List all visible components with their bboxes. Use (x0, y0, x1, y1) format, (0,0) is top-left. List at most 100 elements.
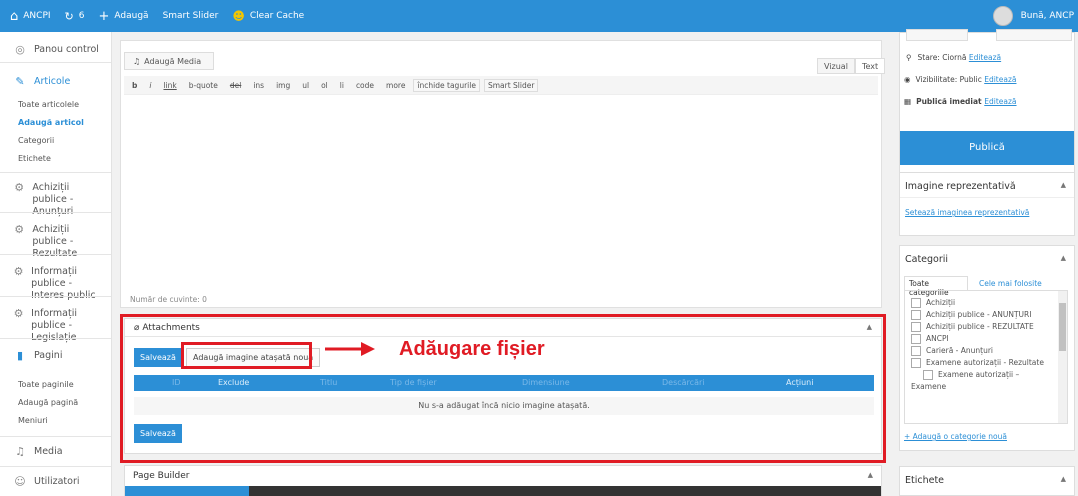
edit-date-link[interactable]: Editează (984, 97, 1016, 106)
site-name-link[interactable]: ⌂ ANCPI (10, 10, 51, 23)
admin-sidebar: ◎ Panou control ✎ Articole Toate articolel… (0, 32, 112, 496)
menu-users[interactable]: ☺ Utilizatori (0, 476, 86, 488)
media-icon: ♫ (15, 445, 25, 458)
featured-image-header[interactable]: Imagine reprezentativă ▲ (900, 173, 1074, 192)
page-builder-bar (249, 486, 881, 496)
menu-dashboard[interactable]: ◎ Panou control (0, 44, 105, 56)
divider (900, 197, 1074, 198)
toolbar-button-1[interactable]: i (145, 79, 155, 92)
gear-icon: ⚙ (13, 307, 24, 320)
toolbar-button-10[interactable]: code (352, 79, 378, 92)
checkbox[interactable] (911, 298, 921, 308)
tab-all-categories[interactable]: Toate categoriile (904, 276, 968, 297)
divider (0, 338, 111, 339)
visibility-row: ◉ Vizibilitate: Public Editează (904, 75, 1017, 84)
page-builder-panel: Page Builder ▲ (124, 465, 882, 496)
menu-label-line1: Achiziții publice - (32, 224, 74, 247)
word-count: Număr de cuvinte: 0 (130, 295, 207, 304)
category-item[interactable]: Carieră - Anunțuri (911, 345, 1044, 357)
scrollbar-thumb[interactable] (1059, 303, 1066, 351)
status-label: Stare: Ciornă (917, 53, 967, 62)
category-label: Achiziții publice - ANUNȚURI (926, 310, 1032, 319)
save-draft-button[interactable] (906, 29, 968, 41)
toolbar-button-5[interactable]: ins (249, 79, 268, 92)
tags-header[interactable]: Etichete ▲ (900, 467, 1074, 486)
tab-text[interactable]: Text (855, 58, 886, 74)
media-icon: ♫ (133, 57, 141, 66)
page-builder-tab[interactable] (125, 486, 249, 496)
gear-icon: ⚙ (14, 223, 25, 236)
toolbar-button-7[interactable]: ul (298, 79, 313, 92)
avatar (992, 6, 1013, 26)
menu-media[interactable]: ♫ Media (0, 446, 69, 458)
edit-visibility-link[interactable]: Editează (984, 75, 1016, 84)
user-menu[interactable]: Bună, ANCP (992, 6, 1074, 26)
tab-popular-categories[interactable]: Cele mai folosite (979, 279, 1042, 288)
toolbar-button-11[interactable]: more (382, 79, 409, 92)
smart-slider-link[interactable]: Smart Slider (163, 11, 219, 21)
categories-header[interactable]: Categorii ▲ (900, 246, 1074, 265)
add-category-link[interactable]: + Adaugă o categorie nouă (904, 432, 1007, 441)
category-label: Achiziții (926, 298, 956, 307)
category-item[interactable]: ANCPI (911, 333, 1044, 345)
collapse-arrow-icon[interactable]: ▲ (1061, 181, 1066, 192)
new-content-link[interactable]: + Adaugă (98, 10, 148, 23)
edit-status-link[interactable]: Editează (969, 53, 1001, 62)
publish-button[interactable]: Publică (900, 131, 1074, 165)
category-item[interactable]: Examene autorizații – (911, 369, 1044, 381)
category-item[interactable]: Examene autorizații - Rezultate (911, 357, 1044, 369)
checkbox[interactable] (911, 310, 921, 320)
tags-box: Etichete ▲ (899, 466, 1075, 496)
set-featured-image-link[interactable]: Setează imaginea reprezentativă (905, 208, 1029, 217)
checkbox[interactable] (923, 370, 933, 380)
updates-count: 6 (78, 11, 85, 21)
tags-title: Etichete (905, 475, 945, 486)
submenu-menus[interactable]: Meniuri (0, 410, 48, 431)
post-content-textarea[interactable] (124, 94, 878, 290)
menu-label: Media (34, 446, 63, 457)
menu-articles[interactable]: ✎ Articole (0, 76, 76, 88)
category-item[interactable]: Achiziții publice - ANUNȚURI (911, 309, 1044, 321)
toolbar-button-8[interactable]: ol (317, 79, 332, 92)
collapse-arrow-icon[interactable]: ▲ (1061, 475, 1066, 486)
date-row: ▦ Publică imediat Editează (904, 97, 1017, 106)
menu-pages[interactable]: ▮ Pagini (0, 350, 68, 362)
home-icon: ⌂ (10, 8, 19, 24)
submenu-tags[interactable]: Etichete (0, 148, 51, 169)
dashboard-icon: ◎ (15, 43, 25, 56)
category-item[interactable]: Achiziții publice - REZULTATE (911, 321, 1044, 333)
collapse-arrow-icon[interactable]: ▲ (868, 471, 873, 481)
menu-label: Panou control (34, 44, 99, 55)
checkbox[interactable] (911, 358, 921, 368)
toolbar-button-0[interactable]: b (128, 79, 141, 92)
checkbox[interactable] (911, 334, 921, 344)
admin-bar: ⌂ ANCPI ↻ 6 + Adaugă Smart Slider ☻ Clear Ca… (0, 0, 1078, 32)
visibility-label: Vizibilitate: Public (915, 75, 982, 84)
add-media-button[interactable]: ♫ Adaugă Media (124, 52, 214, 70)
checkbox[interactable] (911, 322, 921, 332)
divider (0, 172, 111, 173)
toolbar-button-12[interactable]: închide tagurile (413, 78, 480, 92)
menu-label: Utilizatori (34, 476, 80, 487)
toolbar-button-2[interactable]: link (159, 79, 180, 92)
site-name: ANCPI (23, 11, 51, 21)
checkbox[interactable] (911, 346, 921, 356)
preview-button[interactable] (996, 29, 1072, 41)
tab-visual[interactable]: Vizual (817, 58, 855, 74)
categories-title: Categorii (905, 254, 949, 265)
toolbar-button-4[interactable]: del (226, 79, 245, 92)
category-item[interactable]: Achiziții (911, 297, 1044, 309)
toolbar-button-13[interactable]: Smart Slider (483, 78, 539, 92)
date-label: Publică imediat (916, 97, 982, 106)
collapse-arrow-icon[interactable]: ▲ (1061, 254, 1066, 265)
toolbar-button-9[interactable]: li (336, 79, 348, 92)
plus-icon: + (98, 8, 110, 24)
category-label: Examene autorizații - Rezultate (926, 358, 1044, 367)
scrollbar[interactable] (1058, 291, 1067, 423)
toolbar-button-6[interactable]: img (272, 79, 294, 92)
page-builder-header[interactable]: Page Builder ▲ (125, 466, 881, 481)
add-media-label: Adaugă Media (144, 57, 202, 66)
clear-cache-link[interactable]: ☻ Clear Cache (232, 10, 304, 22)
toolbar-button-3[interactable]: b-quote (185, 79, 222, 92)
updates-link[interactable]: ↻ 6 (65, 11, 85, 22)
